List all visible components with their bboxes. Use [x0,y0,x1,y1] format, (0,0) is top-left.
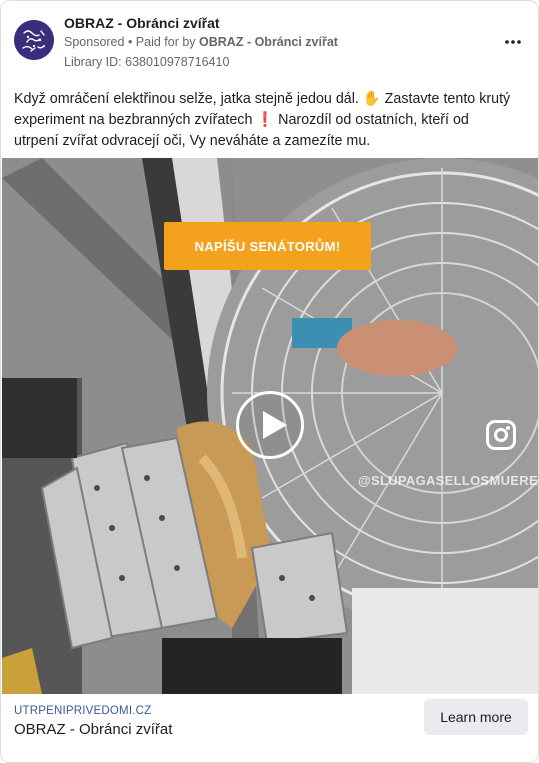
paid-for-by-prefix: • Paid for by [124,35,200,49]
link-title[interactable]: OBRAZ - Obránci zvířat [14,721,172,738]
ad-card: OBRAZ - Obránci zvířat Sponsored • Paid … [0,0,539,763]
link-domain[interactable]: UTRPENIPRIVEDOMI.CZ [14,705,151,717]
ad-footer: UTRPENIPRIVEDOMI.CZ OBRAZ - Obránci zvíř… [2,694,538,762]
ad-body-text: Když omráčení elektřinou selže, jatka st… [14,91,511,149]
page-name[interactable]: OBRAZ - Obránci zvířat [64,15,220,31]
ad-header: OBRAZ - Obránci zvířat Sponsored • Paid … [14,14,529,74]
avatar-logo-icon [14,20,54,60]
overlay-cta-banner: NAPÍŠU SENÁTORŮM! [164,222,371,270]
paid-for-by-name: OBRAZ - Obránci zvířat [199,35,338,49]
play-button[interactable] [236,391,304,459]
instagram-icon [486,420,516,450]
library-id: Library ID: 638010978716410 [64,55,230,69]
play-icon [263,411,287,439]
more-horizontal-icon [505,40,521,44]
page-avatar[interactable] [14,20,54,60]
more-options-button[interactable] [501,32,525,52]
video-watermark: @SLUPAGASELLOSMUEREN [358,473,539,488]
sponsored-line: Sponsored • Paid for by OBRAZ - Obránci … [64,35,338,49]
video-thumbnail[interactable]: NAPÍŠU SENÁTORŮM! @SLUPAGASELLOSMUEREN [2,158,539,694]
learn-more-button[interactable]: Learn more [424,699,528,735]
sponsored-label: Sponsored [64,35,125,49]
